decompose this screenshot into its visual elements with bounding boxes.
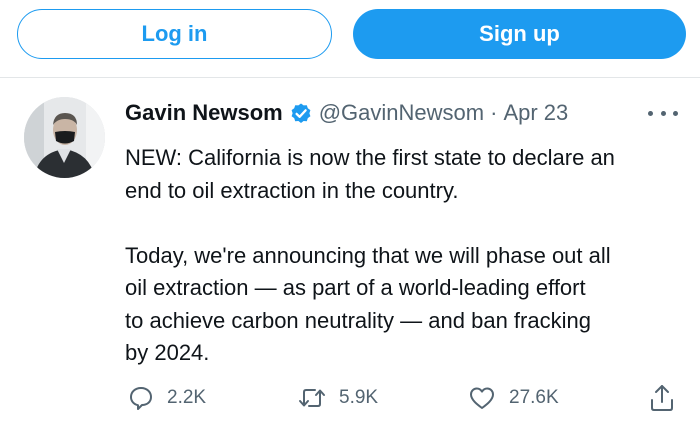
- tweet-text: NEW: California is now the first state t…: [125, 142, 690, 370]
- tweet-date[interactable]: Apr 23: [503, 100, 568, 126]
- like-count: 27.6K: [509, 387, 559, 408]
- reply-button[interactable]: 2.2K: [128, 380, 206, 416]
- retweet-button[interactable]: 5.9K: [298, 380, 378, 416]
- tweet-actions: 2.2K 5.9K 27.6K: [0, 380, 700, 416]
- header-separator: ·: [490, 100, 498, 125]
- reply-count: 2.2K: [167, 387, 207, 408]
- signup-button[interactable]: Sign up: [353, 9, 686, 59]
- tweet-paragraph: Today, we're announcing that we will pha…: [125, 242, 611, 366]
- tweet-header: Gavin Newsom @GavinNewsom · Apr 23: [125, 98, 568, 128]
- avatar[interactable]: [24, 97, 105, 178]
- avatar-photo-icon: [24, 97, 105, 178]
- like-button[interactable]: 27.6K: [468, 380, 559, 416]
- author-name[interactable]: Gavin Newsom: [125, 100, 283, 126]
- retweet-icon: [299, 389, 325, 407]
- share-icon: [651, 385, 673, 411]
- more-options-icon[interactable]: [648, 103, 678, 123]
- share-button[interactable]: [648, 380, 676, 416]
- tweet-paragraph: NEW: California is now the first state t…: [125, 145, 615, 203]
- auth-bar: Log in Sign up: [0, 0, 700, 76]
- verified-badge-icon: [289, 101, 313, 125]
- reply-icon: [130, 387, 152, 410]
- divider: [0, 77, 700, 78]
- retweet-count: 5.9K: [339, 387, 379, 408]
- author-handle[interactable]: @GavinNewsom: [319, 100, 484, 126]
- heart-icon: [470, 387, 494, 409]
- login-button[interactable]: Log in: [17, 9, 332, 59]
